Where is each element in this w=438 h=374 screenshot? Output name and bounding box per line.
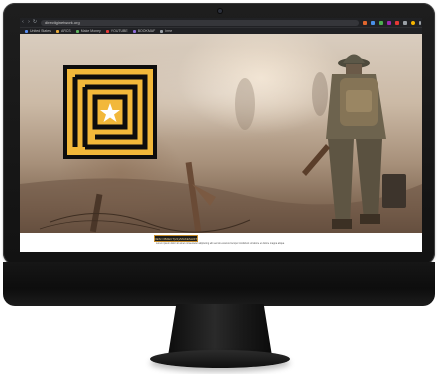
maze-star-logo[interactable] — [63, 65, 157, 159]
bookmark-label: ARCS — [61, 29, 71, 33]
credit-text: DESI OBJECT(21)/MAKESHIFT — [154, 236, 198, 241]
monitor-chin — [3, 262, 435, 306]
bookmark-label: Irme — [165, 29, 173, 33]
profile-icon[interactable] — [411, 20, 415, 25]
browser-toolbar: ‹ › ↻ directiginetwork.org — [20, 18, 422, 27]
screen: ‹ › ↻ directiginetwork.org United States… — [20, 18, 422, 252]
webcam — [218, 9, 222, 13]
reload-icon[interactable]: ↻ — [32, 18, 38, 27]
background-figure — [235, 78, 255, 130]
bookmark-icon — [132, 29, 136, 33]
address-bar-url: directiginetwork.org — [45, 20, 80, 25]
bookmark-icon — [75, 29, 79, 33]
extension-icon[interactable] — [363, 20, 367, 25]
extension-icon[interactable] — [395, 20, 399, 25]
bookmarks-bar: United States ARCS Make Money YOUTUBE BO… — [20, 27, 422, 34]
bookmark-icon — [105, 29, 109, 33]
address-bar[interactable]: directiginetwork.org — [41, 19, 359, 26]
extension-icon[interactable] — [379, 20, 383, 25]
bookmark-icon — [25, 29, 28, 33]
extension-icon[interactable] — [371, 20, 375, 25]
bookmark-item[interactable]: YOUTUBE — [105, 29, 128, 33]
extension-icon[interactable] — [387, 20, 391, 25]
bookmark-label: YOUTUBE — [110, 29, 128, 33]
background-figure — [312, 72, 328, 116]
bookmark-item[interactable]: United States — [25, 29, 51, 33]
bookmark-item[interactable]: Make Money — [75, 29, 101, 33]
bookmark-item[interactable]: ARCS — [56, 29, 71, 33]
bookmark-icon — [56, 29, 60, 33]
monitor-stand — [168, 304, 272, 356]
bookmark-item[interactable]: BOOKMAF — [132, 29, 156, 33]
caption-text: Lorem ipsum dolor sit amet consectetur a… — [156, 242, 285, 245]
bookmark-label: BOOKMAF — [137, 29, 156, 33]
bookmark-label: United States — [30, 29, 52, 33]
hero-image — [20, 34, 422, 233]
bookmark-icon — [160, 29, 164, 33]
menu-icon[interactable] — [419, 20, 421, 25]
monitor-stand-base — [150, 350, 290, 368]
credit-badge[interactable]: DESI OBJECT(21)/MAKESHIFT — [154, 235, 198, 242]
bookmark-label: Make Money — [80, 29, 101, 33]
bookmark-item[interactable]: Irme — [160, 29, 172, 33]
maze-logo-icon — [67, 69, 153, 155]
extension-icon[interactable] — [403, 20, 407, 25]
